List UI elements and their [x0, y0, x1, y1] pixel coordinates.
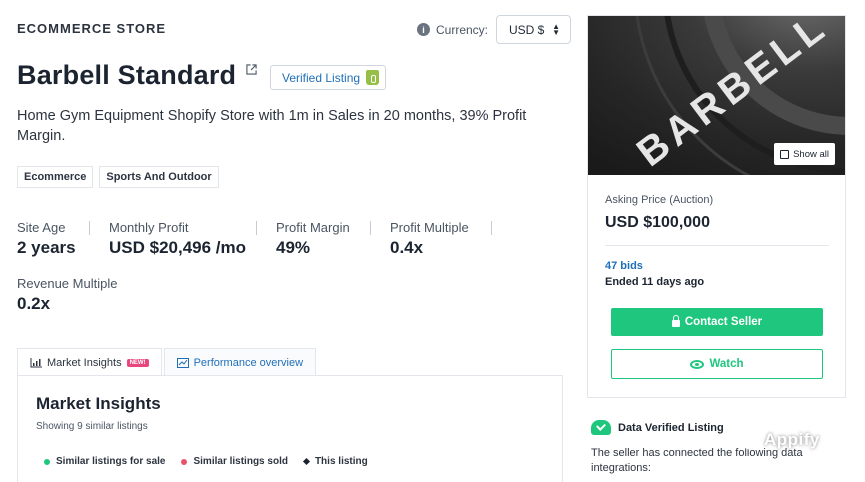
insight-tabs: Market Insights NEW! Performance overvie…	[17, 348, 317, 376]
updown-icon: ▲ ▼	[552, 21, 561, 37]
diamond-icon	[302, 457, 310, 466]
metric-value: 0.4x	[390, 238, 424, 257]
legend-item-this-listing[interactable]: This listing	[302, 456, 368, 467]
metric-value: USD $20,496 /mo	[109, 238, 247, 257]
watch-label: Watch	[709, 358, 744, 370]
metric-label: Profit Margin	[276, 220, 350, 235]
metric-profit-multiple: Profit Multiple 0.4x	[390, 220, 469, 258]
insights-subtitle: Showing 9 similar listings	[36, 421, 148, 432]
divider	[256, 221, 257, 235]
tag-list: Ecommerce Sports And Outdoor	[17, 166, 219, 188]
listing-subtitle: Home Gym Equipment Shopify Store with 1m…	[17, 108, 527, 144]
watch-button[interactable]: Watch	[611, 349, 823, 379]
show-all-label: Show all	[793, 148, 829, 160]
legend-label: This listing	[314, 456, 368, 467]
red-dot-icon	[181, 458, 188, 465]
metric-site-age: Site Age 2 years	[17, 220, 76, 258]
legend-item-for-sale[interactable]: Similar listings for sale	[44, 456, 165, 467]
listing-image[interactable]: BARBELL Show all	[588, 16, 845, 175]
tab-performance-overview[interactable]: Performance overview	[163, 348, 317, 376]
store-category-label: ECOMMERCE STORE	[17, 21, 167, 36]
data-verified-title: Data Verified Listing	[618, 421, 724, 434]
image-icon	[780, 149, 790, 159]
green-dot-icon	[44, 458, 50, 465]
metric-revenue-multiple: Revenue Multiple 0.2x	[17, 276, 117, 314]
currency-selector: i Currency: USD $ ▲ ▼	[417, 15, 572, 44]
data-verified-text: The seller has connected the following d…	[591, 447, 803, 474]
tab-label: Performance overview	[193, 356, 304, 369]
tag-ecommerce[interactable]: Ecommerce	[17, 166, 94, 188]
divider	[605, 245, 829, 246]
bids-link[interactable]: 47 bids	[605, 260, 643, 272]
tab-label: Market Insights	[47, 356, 122, 369]
currency-value: USD $	[509, 22, 545, 37]
tab-market-insights[interactable]: Market Insights NEW!	[17, 348, 162, 376]
verified-label: Verified Listing	[282, 70, 361, 85]
legend-item-sold[interactable]: Similar listings sold	[181, 456, 288, 467]
lock-icon	[671, 315, 680, 327]
insights-title: Market Insights	[36, 394, 161, 413]
watermark-text: Appify	[764, 430, 820, 449]
market-insights-panel: Market Insights Showing 9 similar listin…	[17, 375, 563, 482]
bar-chart-icon	[30, 357, 42, 367]
verified-shield-icon	[591, 420, 611, 435]
info-icon[interactable]: i	[417, 23, 430, 36]
contact-seller-button[interactable]: Contact Seller	[611, 308, 823, 336]
new-badge: NEW!	[126, 358, 149, 367]
tag-sports-outdoor[interactable]: Sports And Outdoor	[99, 166, 219, 188]
wechat-icon	[732, 430, 758, 450]
asking-price-label: Asking Price (Auction)	[605, 194, 714, 206]
metric-monthly-profit: Monthly Profit USD $20,496 /mo	[109, 220, 246, 258]
metric-value: 49%	[276, 238, 311, 257]
verified-listing-badge[interactable]: Verified Listing	[270, 65, 387, 90]
contact-seller-label: Contact Seller	[684, 316, 763, 328]
currency-dropdown[interactable]: USD $ ▲ ▼	[496, 15, 572, 44]
external-link-icon[interactable]	[246, 64, 257, 75]
asking-price-value: USD $100,000	[605, 214, 710, 231]
eye-icon	[690, 359, 705, 369]
divider	[370, 221, 371, 235]
metric-label: Monthly Profit	[109, 220, 189, 235]
chart-legend: Similar listings for sale Similar listin…	[44, 456, 368, 467]
listing-title: Barbell Standard	[17, 60, 237, 90]
auction-status: Ended 11 days ago	[605, 276, 705, 288]
metric-label: Profit Multiple	[390, 220, 469, 235]
metric-label: Site Age	[17, 220, 66, 235]
show-all-button[interactable]: Show all	[774, 143, 835, 165]
metric-label: Revenue Multiple	[17, 276, 118, 291]
metric-value: 2 years	[17, 238, 76, 257]
shopify-icon	[366, 70, 380, 85]
currency-label: Currency:	[436, 22, 489, 37]
legend-label: Similar listings for sale	[56, 456, 166, 467]
line-chart-icon	[176, 357, 189, 368]
divider	[89, 221, 90, 235]
watermark: Appify	[732, 430, 820, 450]
legend-label: Similar listings sold	[193, 456, 288, 467]
metric-value: 0.2x	[17, 294, 51, 313]
divider	[491, 221, 492, 235]
metric-profit-margin: Profit Margin 49%	[276, 220, 350, 258]
listing-summary-card: BARBELL Show all Asking Price (Auction) …	[587, 15, 846, 398]
